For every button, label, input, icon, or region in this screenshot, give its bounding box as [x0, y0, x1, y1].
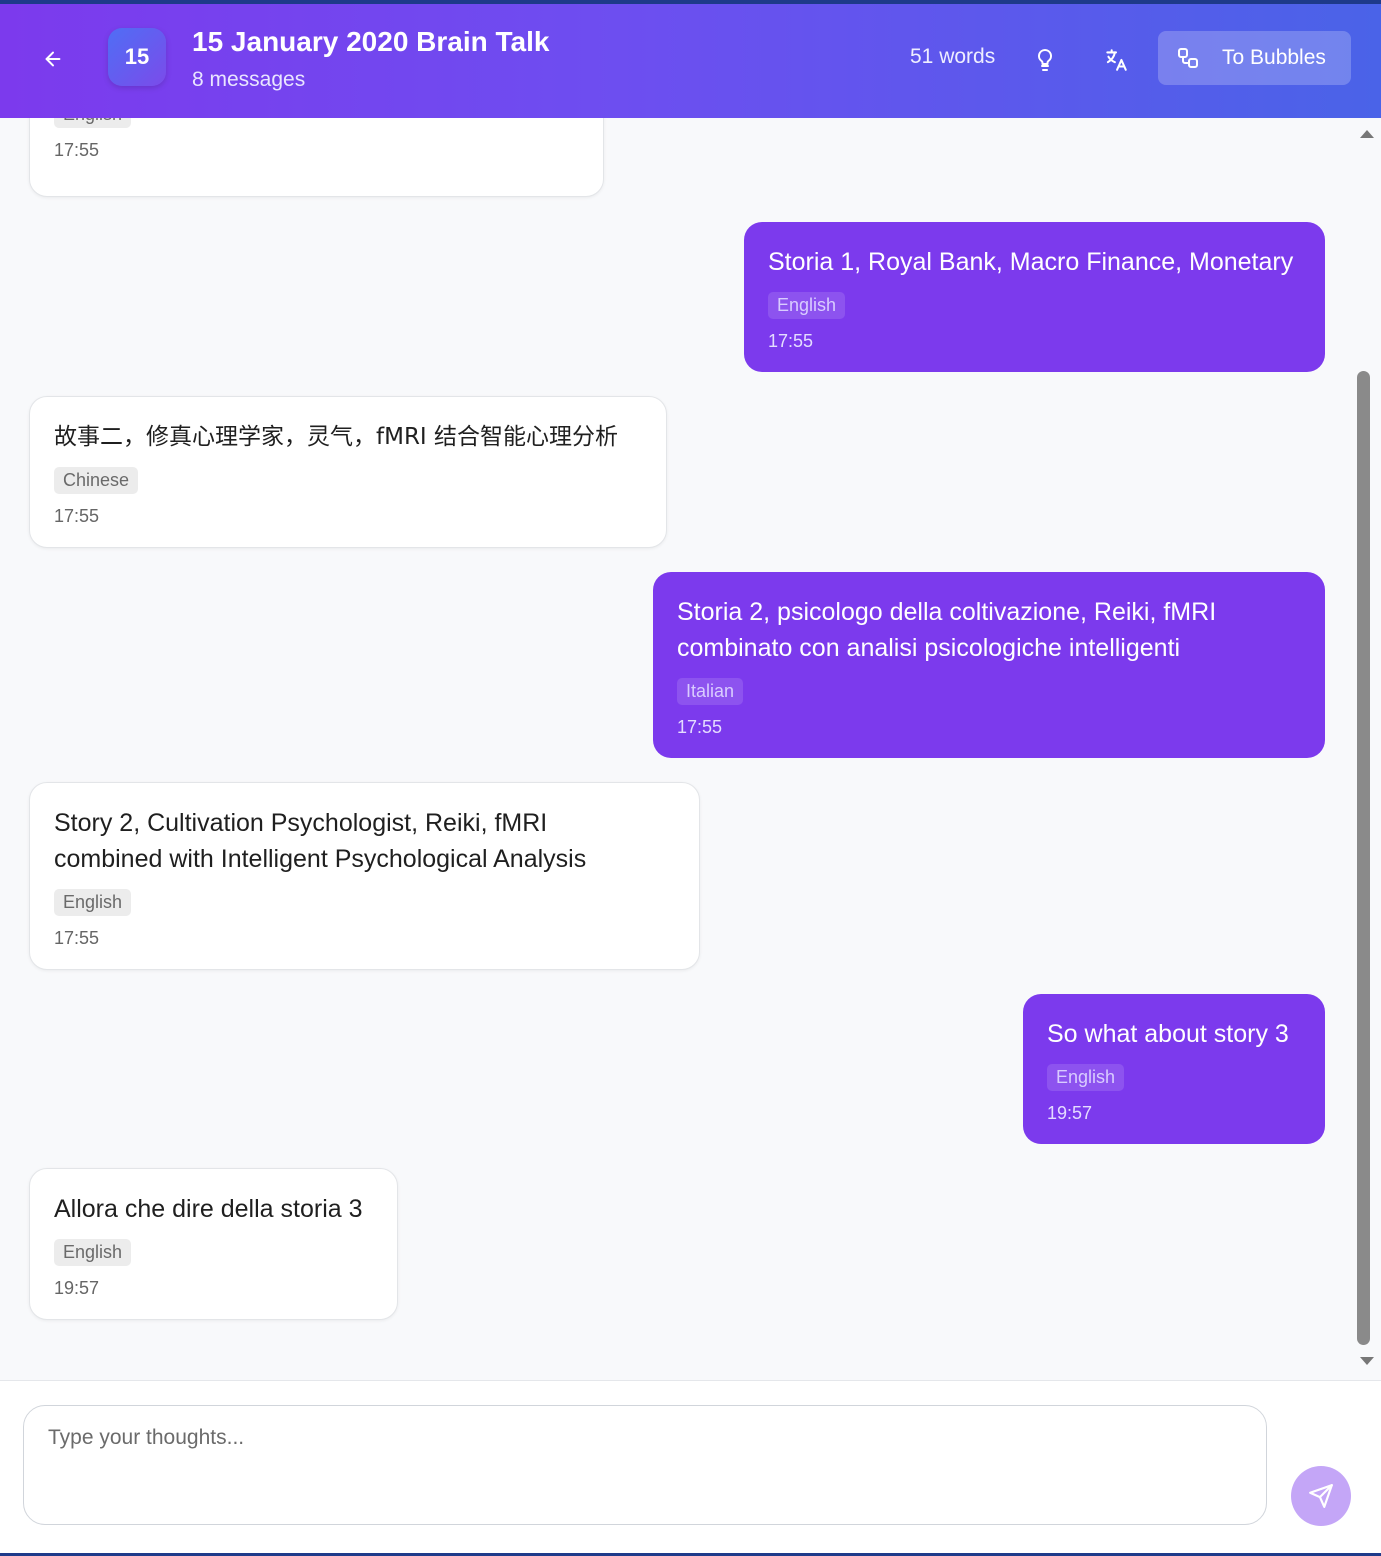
message-text: Allora che dire della storia 3	[54, 1195, 363, 1223]
language-badge: English	[54, 118, 132, 128]
back-button[interactable]	[36, 42, 70, 76]
language-badge: English	[1047, 1064, 1125, 1091]
language-badge: English	[768, 292, 846, 319]
message-bubble-received: Story 2, Cultivation Psychologist, Reiki…	[29, 782, 700, 970]
message-time: 19:57	[1047, 1103, 1093, 1123]
message-bubble-received: English 17:55	[29, 118, 604, 197]
conversation-avatar: 15	[108, 28, 166, 86]
message-text: So what about story 3	[1047, 1020, 1289, 1048]
scroll-down-arrow-icon[interactable]	[1360, 1357, 1374, 1365]
message-bubble-sent: Storia 1, Royal Bank, Macro Finance, Mon…	[744, 222, 1325, 372]
message-time: 17:55	[54, 506, 100, 526]
message-list[interactable]: English 17:55 Storia 1, Royal Bank, Macr…	[0, 118, 1352, 1380]
scrollbar[interactable]	[1352, 118, 1381, 1380]
to-bubbles-button[interactable]: To Bubbles	[1158, 31, 1351, 85]
chat-header: 15 15 January 2020 Brain Talk 8 messages…	[0, 4, 1381, 118]
scrollbar-thumb[interactable]	[1357, 371, 1370, 1345]
message-time: 17:55	[54, 140, 100, 160]
message-text: 故事二，修真心理学家，灵气，fMRI 结合智能心理分析	[54, 424, 619, 450]
conversation-title: 15 January 2020 Brain Talk	[192, 26, 550, 57]
message-bubble-sent: So what about story 3 English 19:57	[1023, 994, 1325, 1144]
language-badge: English	[54, 1239, 132, 1266]
to-bubbles-label: To Bubbles	[1222, 46, 1326, 69]
send-icon	[1309, 1484, 1333, 1508]
message-count: 8 messages	[192, 68, 306, 91]
scroll-up-arrow-icon[interactable]	[1360, 130, 1374, 138]
message-text: Storia 1, Royal Bank, Macro Finance, Mon…	[768, 248, 1294, 276]
arrow-left-icon	[45, 51, 61, 67]
message-input[interactable]	[23, 1405, 1267, 1525]
message-bubble-received: 故事二，修真心理学家，灵气，fMRI 结合智能心理分析 Chinese 17:5…	[29, 396, 667, 548]
message-text: Storia 2, psicologo della coltivazione, …	[677, 598, 1217, 662]
language-badge: English	[54, 889, 132, 916]
language-badge: Chinese	[54, 467, 139, 494]
nodes-icon	[1176, 46, 1200, 70]
lightbulb-icon	[1037, 48, 1053, 71]
message-time: 19:57	[54, 1278, 100, 1298]
message-text: Story 2, Cultivation Psychologist, Reiki…	[54, 809, 587, 873]
send-button[interactable]	[1291, 1466, 1351, 1526]
message-composer	[0, 1380, 1381, 1556]
word-count: 51 words	[910, 45, 996, 68]
message-time: 17:55	[677, 717, 723, 737]
message-time: 17:55	[768, 331, 814, 351]
translate-icon	[1106, 49, 1127, 71]
language-badge: Italian	[677, 678, 744, 705]
message-time: 17:55	[54, 928, 100, 948]
translate-button[interactable]	[1096, 40, 1136, 80]
message-bubble-received: Allora che dire della storia 3 English 1…	[29, 1168, 398, 1320]
insights-button[interactable]	[1025, 40, 1065, 80]
message-bubble-sent: Storia 2, psicologo della coltivazione, …	[653, 572, 1325, 758]
